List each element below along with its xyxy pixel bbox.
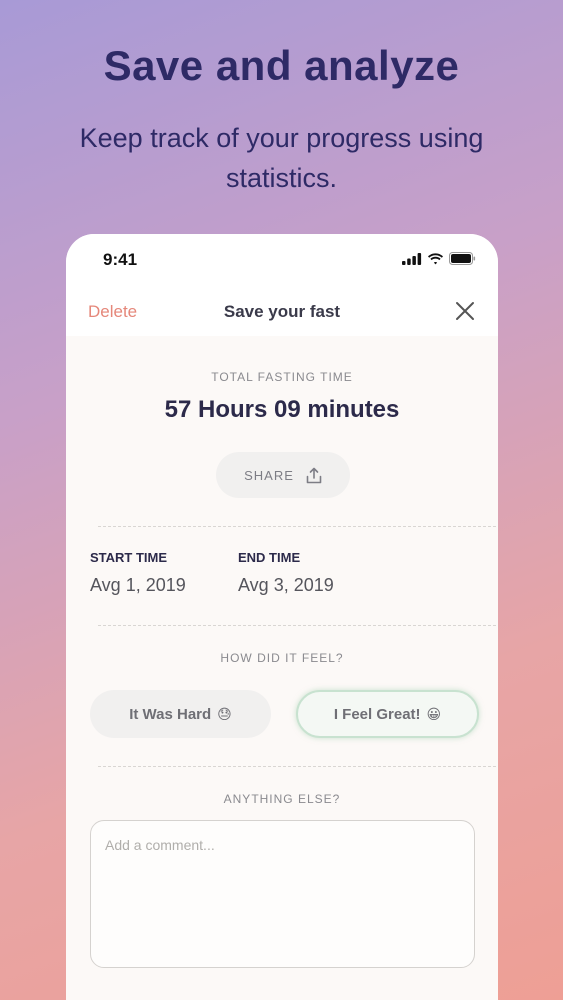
- status-time: 9:41: [103, 250, 138, 269]
- end-time-label: END TIME: [238, 550, 301, 565]
- start-time-label: START TIME: [90, 550, 168, 565]
- divider: [98, 625, 496, 626]
- comment-input[interactable]: [90, 820, 475, 968]
- phone-frame: 9:41 Delete Save your fast TOTAL FASTING…: [66, 234, 498, 1000]
- subheadline: Keep track of your progress using statis…: [79, 123, 484, 193]
- feeling-question: HOW DID IT FEEL?: [220, 651, 344, 665]
- share-label: SHARE: [244, 467, 294, 483]
- divider: [98, 766, 496, 767]
- feel-hard-button[interactable]: It Was Hard 😓: [90, 690, 271, 738]
- battery-icon: [449, 252, 476, 265]
- start-time-value[interactable]: Avg 1, 2019: [90, 575, 186, 596]
- share-icon: [306, 467, 322, 483]
- divider: [98, 526, 496, 527]
- total-time-value: 57 Hours 09 minutes: [164, 396, 400, 423]
- share-button[interactable]: SHARE: [216, 452, 350, 498]
- comment-question: ANYTHING ELSE?: [223, 792, 341, 806]
- close-icon[interactable]: [454, 300, 476, 322]
- total-time-label: TOTAL FASTING TIME: [211, 370, 353, 384]
- feel-hard-label: It Was Hard: [129, 705, 212, 723]
- status-bar: 9:41: [66, 234, 498, 294]
- grin-face-icon: 😀: [426, 705, 442, 722]
- headline: Save and analyze: [103, 42, 460, 89]
- wifi-icon: [428, 252, 443, 264]
- feel-great-button[interactable]: I Feel Great! 😀: [296, 690, 479, 738]
- feel-great-label: I Feel Great!: [333, 705, 421, 723]
- end-time-value[interactable]: Avg 3, 2019: [238, 575, 334, 596]
- navbar: Delete Save your fast: [66, 294, 498, 336]
- page-title: Save your fast: [223, 302, 341, 321]
- signal-icon: [402, 252, 422, 265]
- sweat-face-icon: 😓: [217, 705, 232, 722]
- status-icons: [402, 252, 476, 265]
